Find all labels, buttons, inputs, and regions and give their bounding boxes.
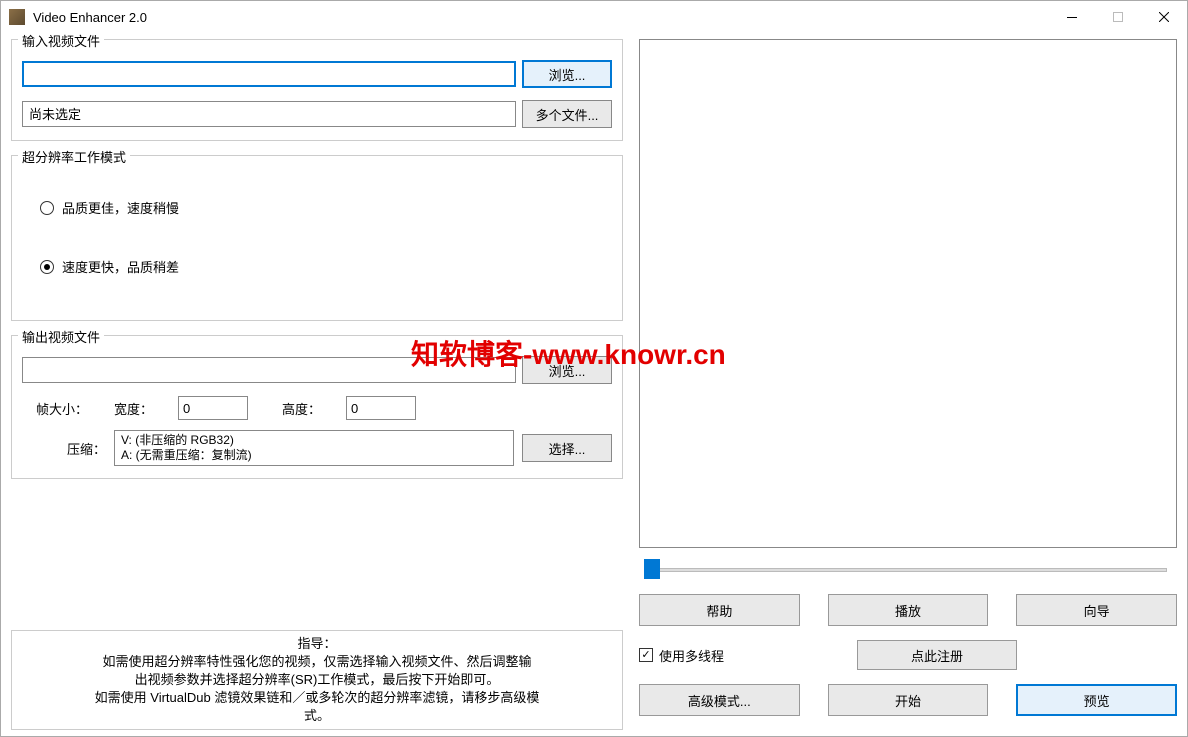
output-group-title: 输出视频文件	[18, 327, 104, 346]
output-group: 输出视频文件 浏览... 帧大小： 宽度： 高度： 压缩： V: (非压缩的	[11, 335, 623, 479]
right-panel: 帮助 播放 向导 ✓ 使用多线程 点此注册 高级模式... 开始 预览	[639, 39, 1177, 730]
compress-info: V: (非压缩的 RGB32) A: (无需重压缩：复制流)	[114, 430, 514, 466]
browse-output-button[interactable]: 浏览...	[522, 356, 612, 384]
quality-mode-label: 品质更佳，速度稍慢	[62, 198, 179, 217]
multithread-label: 使用多线程	[659, 646, 724, 665]
button-row-2: 高级模式... 开始 预览	[639, 684, 1177, 716]
compress-v-line: V: (非压缩的 RGB32)	[121, 433, 507, 448]
slider-thumb[interactable]	[644, 559, 660, 579]
compress-row: 压缩： V: (非压缩的 RGB32) A: (无需重压缩：复制流) 选择...	[36, 430, 612, 466]
advanced-button[interactable]: 高级模式...	[639, 684, 800, 716]
preview-button[interactable]: 预览	[1016, 684, 1177, 716]
radio-icon	[40, 201, 54, 215]
guide-title: 指导：	[18, 635, 616, 653]
help-button[interactable]: 帮助	[639, 594, 800, 626]
window-title: Video Enhancer 2.0	[33, 10, 1049, 25]
minimize-button[interactable]	[1049, 2, 1095, 32]
input-group: 输入视频文件 浏览... 尚未选定 多个文件...	[11, 39, 623, 141]
frame-size-label: 帧大小：	[36, 399, 106, 418]
frame-size-row: 帧大小： 宽度： 高度：	[36, 396, 612, 420]
button-row-1: 帮助 播放 向导	[639, 594, 1177, 626]
checkbox-icon: ✓	[639, 648, 653, 662]
guide-line3: 如需使用 VirtualDub 滤镜效果链和／或多轮次的超分辨率滤镜，请移步高级…	[18, 689, 616, 707]
speed-mode-label: 速度更快，品质稍差	[62, 257, 179, 276]
app-icon	[9, 9, 25, 25]
titlebar: Video Enhancer 2.0	[1, 1, 1187, 33]
close-button[interactable]	[1141, 2, 1187, 32]
wizard-button[interactable]: 向导	[1016, 594, 1177, 626]
position-slider[interactable]	[639, 558, 1177, 582]
play-button[interactable]: 播放	[828, 594, 989, 626]
slider-track	[649, 568, 1167, 572]
left-panel: 输入视频文件 浏览... 尚未选定 多个文件... 超分辨率工作模式 品质更佳，…	[11, 39, 623, 730]
maximize-button	[1095, 2, 1141, 32]
minimize-icon	[1067, 17, 1077, 18]
input-group-title: 输入视频文件	[18, 31, 104, 50]
compress-label: 压缩：	[36, 439, 106, 458]
input-status: 尚未选定	[22, 101, 516, 127]
start-button[interactable]: 开始	[828, 684, 989, 716]
app-window: Video Enhancer 2.0 输入视频文件 浏览... 尚未选	[0, 0, 1188, 737]
preview-area	[639, 39, 1177, 548]
maximize-icon	[1113, 12, 1123, 22]
guide-line2: 出视频参数并选择超分辨率(SR)工作模式，最后按下开始即可。	[18, 671, 616, 689]
mode-group-title: 超分辨率工作模式	[18, 147, 130, 166]
browse-input-button[interactable]: 浏览...	[522, 60, 612, 88]
width-label: 宽度：	[114, 399, 170, 418]
speed-mode-radio[interactable]: 速度更快，品质稍差	[22, 251, 612, 282]
guide-line4: 式。	[18, 707, 616, 725]
height-input[interactable]	[346, 396, 416, 420]
width-input[interactable]	[178, 396, 248, 420]
multiple-files-button[interactable]: 多个文件...	[522, 100, 612, 128]
multithread-checkbox[interactable]: ✓ 使用多线程	[639, 646, 847, 665]
window-controls	[1049, 2, 1187, 32]
mid-row: ✓ 使用多线程 点此注册	[639, 640, 1177, 670]
guide-box: 指导： 如需使用超分辨率特性强化您的视频，仅需选择输入视频文件、然后调整输 出视…	[11, 630, 623, 730]
select-codec-button[interactable]: 选择...	[522, 434, 612, 462]
close-icon	[1159, 12, 1169, 22]
mode-group: 超分辨率工作模式 品质更佳，速度稍慢 速度更快，品质稍差	[11, 155, 623, 321]
content-area: 输入视频文件 浏览... 尚未选定 多个文件... 超分辨率工作模式 品质更佳，…	[1, 33, 1187, 736]
guide-line1: 如需使用超分辨率特性强化您的视频，仅需选择输入视频文件、然后调整输	[18, 653, 616, 671]
compress-a-line: A: (无需重压缩：复制流)	[121, 448, 507, 463]
radio-icon	[40, 260, 54, 274]
output-file-field[interactable]	[22, 357, 516, 383]
input-file-field[interactable]	[22, 61, 516, 87]
register-button[interactable]: 点此注册	[857, 640, 1017, 670]
height-label: 高度：	[282, 399, 338, 418]
quality-mode-radio[interactable]: 品质更佳，速度稍慢	[22, 192, 612, 223]
